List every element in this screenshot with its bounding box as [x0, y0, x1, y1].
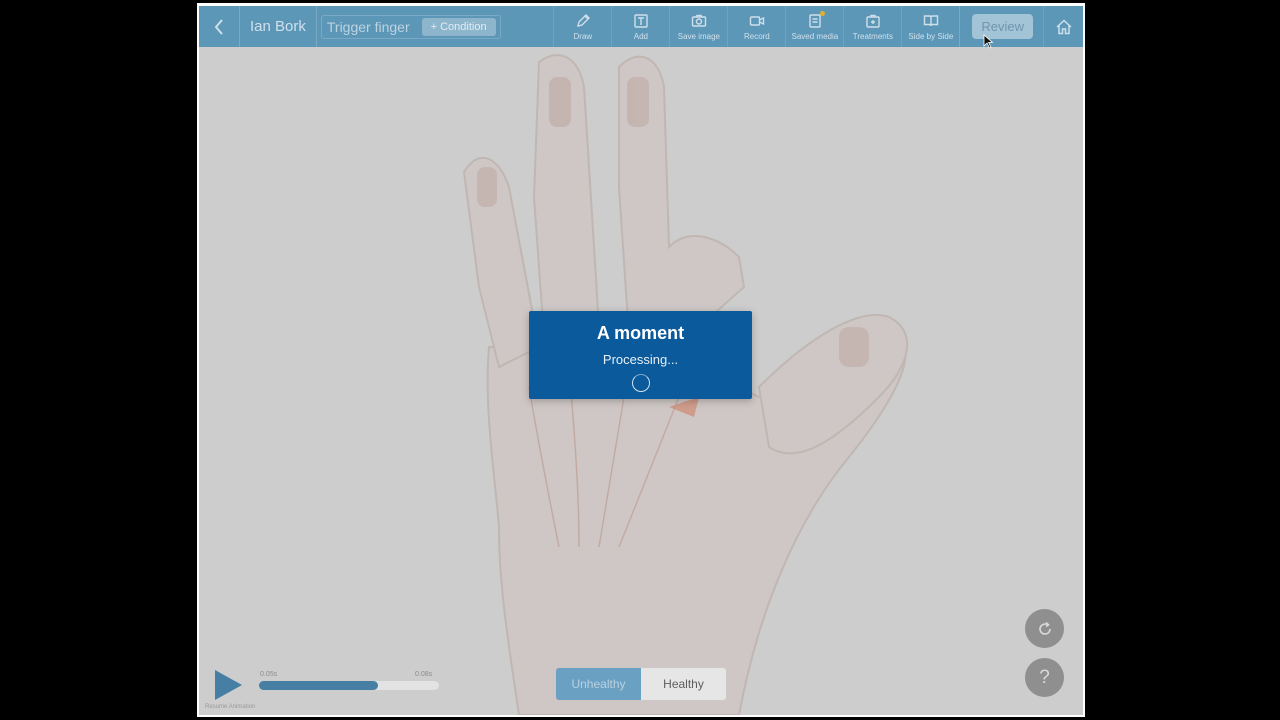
saved-media-tool[interactable]: Saved media: [785, 6, 843, 47]
review-button[interactable]: Review: [972, 14, 1033, 39]
health-toggle: Unhealthy Healthy: [556, 668, 726, 700]
help-button[interactable]: ?: [1025, 658, 1064, 697]
back-button[interactable]: [199, 6, 239, 47]
tool-label: Saved media: [791, 31, 839, 41]
refresh-icon: [1038, 621, 1051, 635]
dialog-title: A moment: [596, 323, 685, 343]
add-condition-button[interactable]: + Condition: [421, 17, 496, 36]
tool-label: Record: [743, 31, 770, 41]
top-toolbar: Ian Bork Trigger finger + Condition Draw…: [199, 6, 1083, 47]
play-caption: Resume Animation: [205, 704, 256, 710]
medical-kit-icon: [866, 14, 880, 28]
record-tool[interactable]: Record: [727, 6, 785, 47]
save-image-tool[interactable]: Save image: [669, 6, 727, 47]
camera-icon: [691, 14, 707, 27]
question-mark-icon: ?: [1039, 666, 1050, 688]
open-book-icon: [923, 14, 939, 26]
processing-dialog: A moment Processing...: [529, 311, 752, 399]
healthy-option[interactable]: Healthy: [641, 668, 726, 700]
condition-name[interactable]: Trigger finger: [327, 19, 410, 35]
time-end: 0.08s: [415, 671, 433, 678]
add-tool[interactable]: Add: [611, 6, 669, 47]
home-button[interactable]: [1043, 6, 1083, 47]
divider: [315, 6, 317, 47]
tool-label: Side by Side: [908, 31, 954, 41]
tool-label: Add: [633, 31, 648, 41]
dialog-subtitle: Processing...: [602, 352, 679, 367]
animation-scrubber[interactable]: [259, 681, 439, 690]
reset-view-button[interactable]: [1025, 609, 1064, 648]
tool-label: Save image: [677, 31, 720, 41]
unhealthy-option[interactable]: Unhealthy: [556, 668, 641, 700]
tool-label: Treatments: [852, 31, 893, 41]
patient-name[interactable]: Ian Bork: [240, 18, 316, 35]
chevron-left-icon: [214, 18, 223, 35]
notification-dot: [820, 11, 826, 16]
text-box-icon: [634, 13, 648, 28]
video-camera-icon: [749, 15, 765, 26]
home-icon: [1055, 18, 1072, 34]
app-window: Ian Bork Trigger finger + Condition Draw…: [197, 3, 1085, 717]
tool-group: Draw Add Save image Record Saved media T…: [553, 6, 1083, 47]
draw-tool[interactable]: Draw: [553, 6, 611, 47]
anatomy-viewport[interactable]: A moment Processing... Resume Animation …: [199, 47, 1083, 715]
tool-label: Draw: [573, 31, 593, 41]
side-by-side-tool[interactable]: Side by Side: [901, 6, 959, 47]
play-icon[interactable]: [215, 670, 242, 700]
mouse-cursor-icon: [983, 34, 994, 49]
divider: [959, 6, 961, 47]
loading-spinner-icon: [631, 374, 650, 392]
scrubber-progress: [259, 681, 378, 690]
pencil-icon: [576, 13, 590, 27]
time-start: 0.05s: [260, 671, 278, 678]
treatments-tool[interactable]: Treatments: [843, 6, 901, 47]
condition-selector[interactable]: Trigger finger + Condition: [320, 14, 501, 39]
